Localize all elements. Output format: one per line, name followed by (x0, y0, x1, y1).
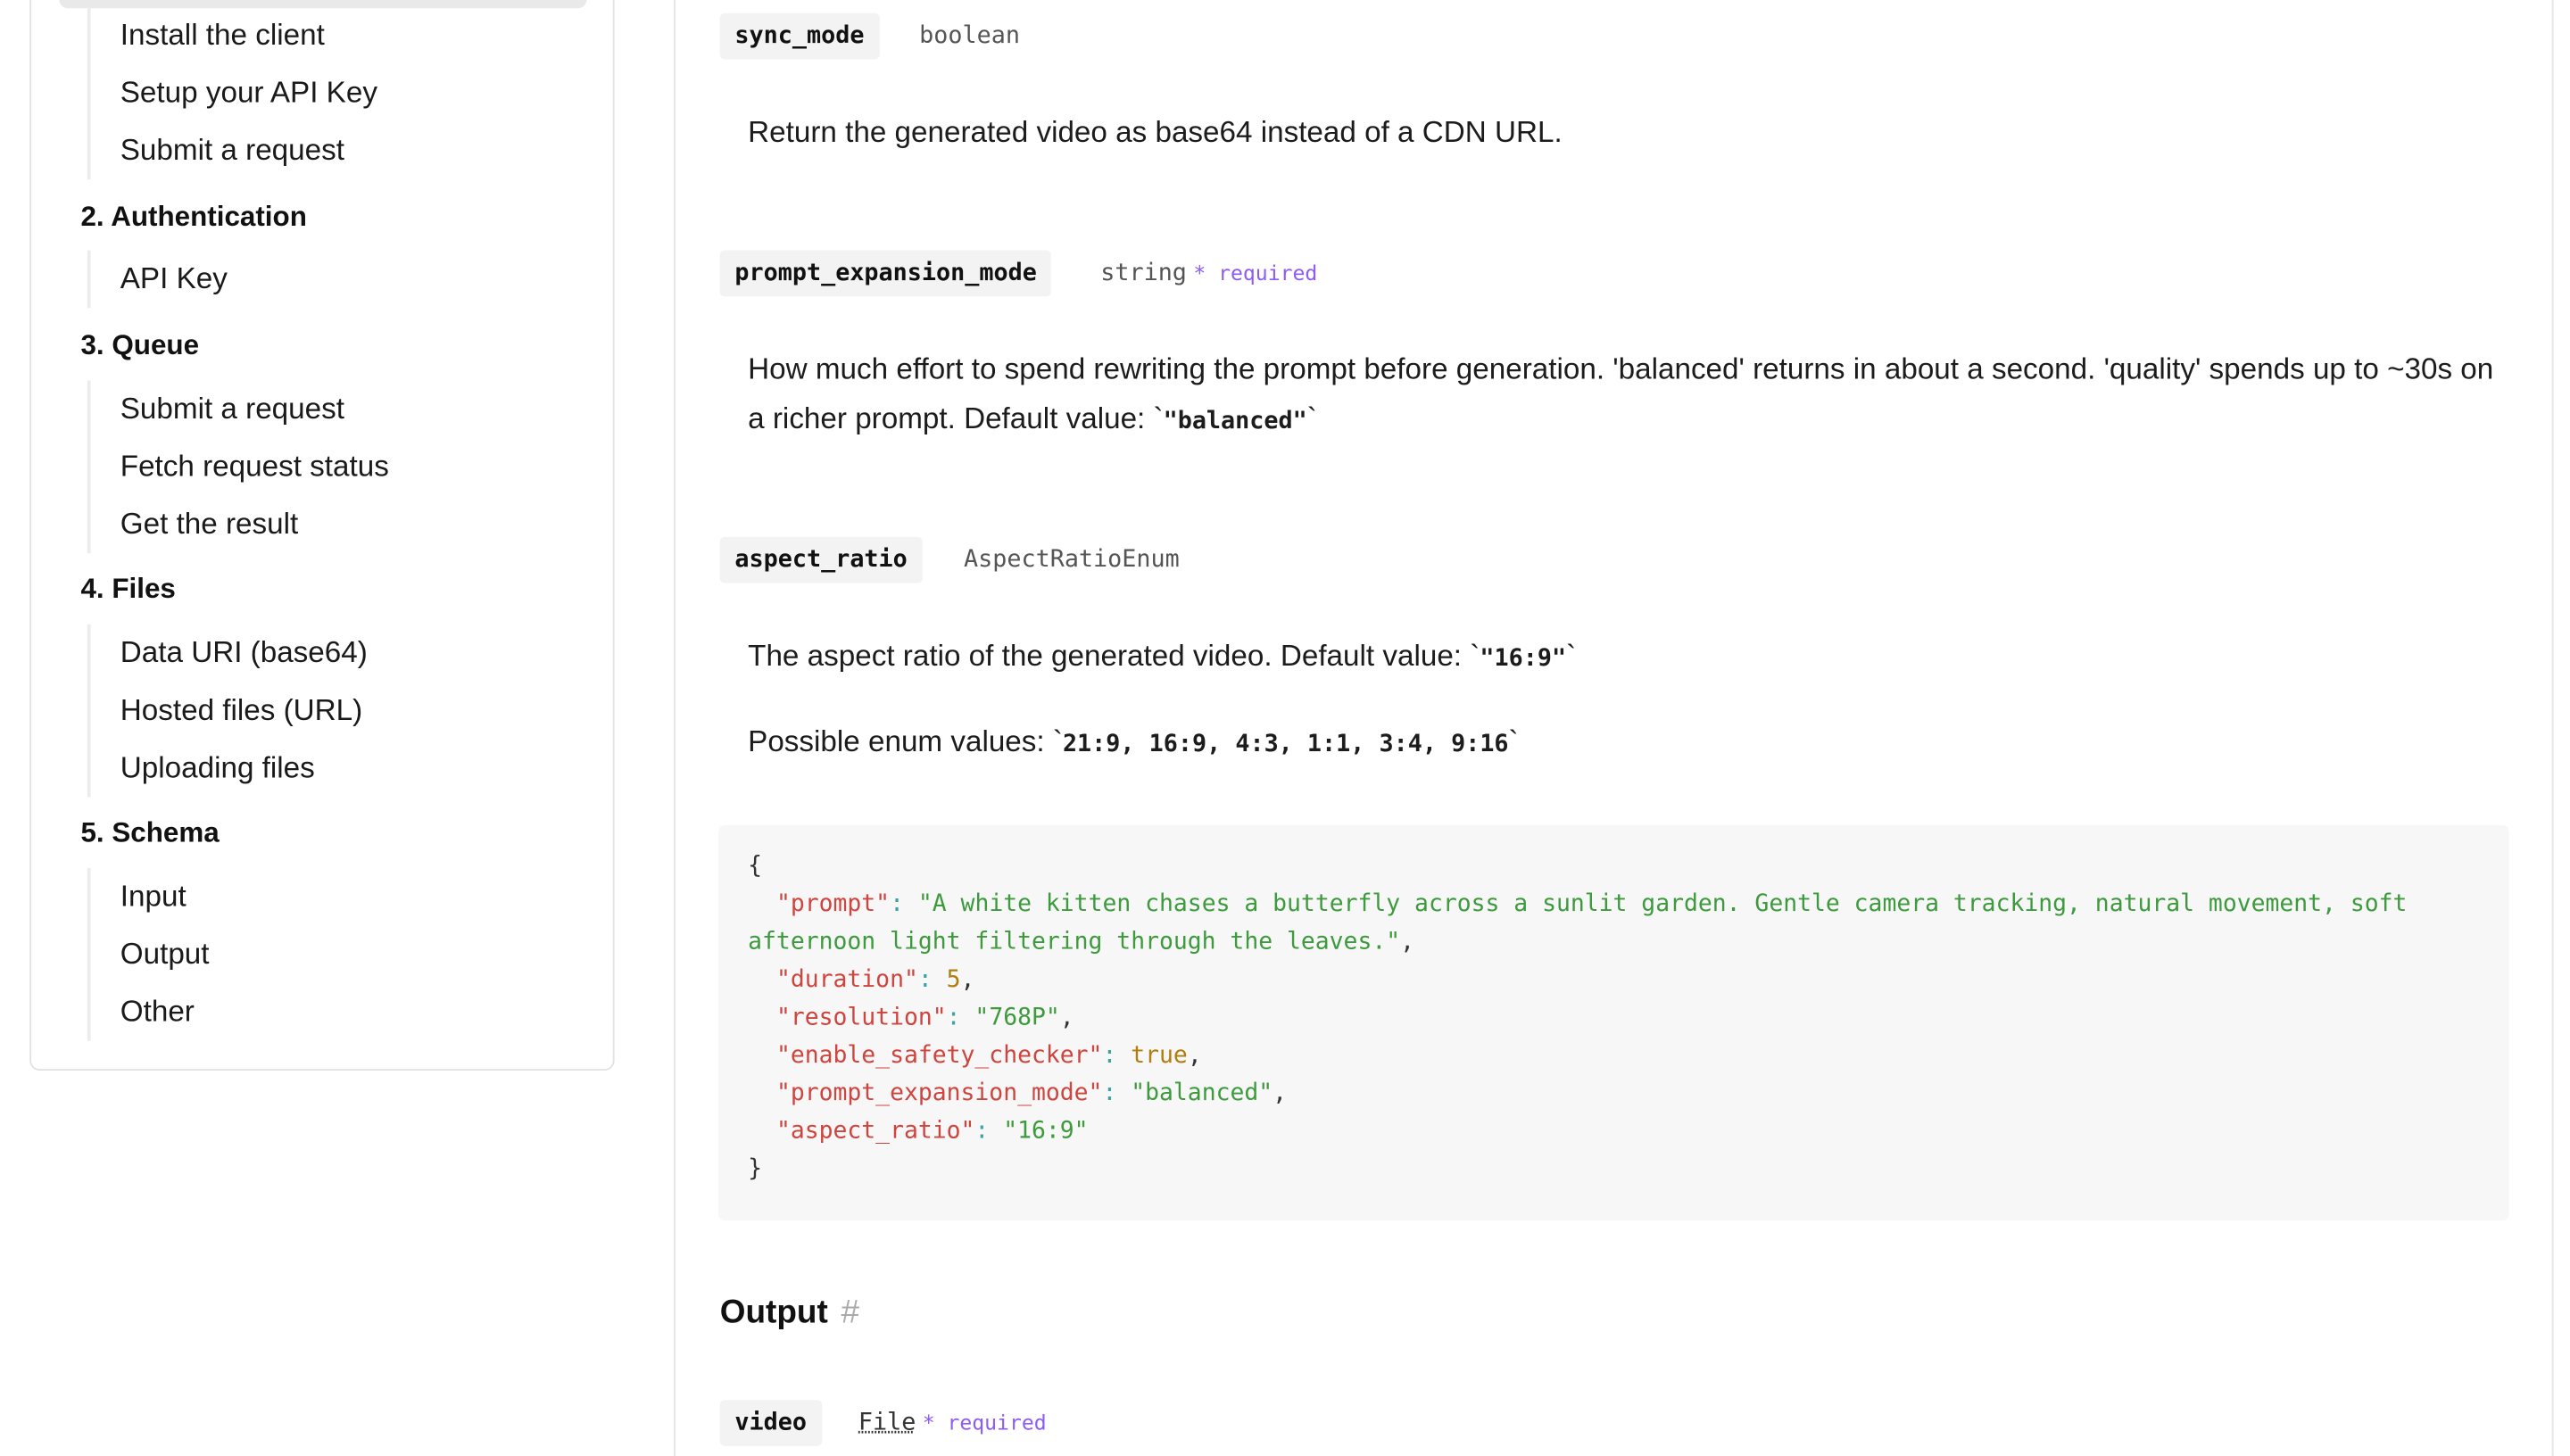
param-type-video: File * required (858, 1400, 1047, 1446)
toc-item-data-uri[interactable]: Data URI (base64) (91, 625, 368, 682)
backtick: ` (1566, 639, 1577, 673)
param-type-prompt-expansion-mode: string * required (1100, 251, 1317, 297)
output-section-heading: Output # (720, 1295, 859, 1332)
toc-item-submit-request[interactable]: Submit a request (91, 122, 377, 180)
required-badge: * required (1193, 260, 1318, 285)
type-label: string (1100, 260, 1187, 287)
required-badge: * required (922, 1410, 1047, 1435)
default-value: "16:9" (1480, 645, 1567, 673)
toc-section-schema[interactable]: 5. Schema (80, 817, 219, 850)
output-heading-text: Output (719, 1295, 828, 1331)
toc-group-getting-started: Install the client Setup your API Key Su… (87, 6, 377, 180)
toc-group-files: Data URI (base64) Hosted files (URL) Upl… (87, 624, 368, 798)
code-key: "aspect_ratio" (775, 1118, 975, 1146)
code-key: "prompt_expansion_mode" (775, 1080, 1103, 1107)
param-enum-aspect-ratio: Possible enum values: `21:9, 16:9, 4:3, … (748, 716, 2494, 769)
param-name-sync-mode: sync_mode (719, 12, 880, 60)
default-value: "balanced" (1163, 408, 1307, 435)
code-value: "16:9" (1003, 1118, 1089, 1146)
param-name-prompt-expansion-mode: prompt_expansion_mode (719, 250, 1052, 297)
param-name-video: video (719, 1400, 822, 1446)
docs-page: Install the client Setup your API Key Su… (0, 0, 2570, 1456)
code-close-brace: } (748, 1155, 763, 1183)
code-value: "A white kitten chases a butterfly acros… (748, 890, 2422, 956)
code-value: "balanced" (1131, 1080, 1273, 1107)
toc-item-hosted-files[interactable]: Hosted files (URL) (91, 682, 368, 740)
param-type-aspect-ratio: AspectRatioEnum (963, 546, 1180, 574)
toc-item-output[interactable]: Output (91, 926, 210, 984)
desc-text: The aspect ratio of the generated video.… (748, 639, 1480, 673)
param-desc-sync-mode: Return the generated video as base64 ins… (748, 115, 1563, 149)
toc-group-authentication: API Key (87, 250, 228, 309)
toc-item-setup-api-key[interactable]: Setup your API Key (91, 64, 377, 122)
code-open-brace: { (748, 853, 763, 880)
toc-item-install-client[interactable]: Install the client (91, 6, 377, 64)
toc-section-queue[interactable]: 3. Queue (80, 329, 199, 362)
code-value: true (1131, 1042, 1188, 1070)
toc-section-authentication[interactable]: 2. Authentication (80, 201, 306, 234)
code-key: "resolution" (775, 1005, 947, 1031)
code-value: 5 (946, 966, 961, 994)
toc-item-api-key[interactable]: API Key (91, 251, 228, 309)
desc-text: How much effort to spend rewriting the p… (748, 352, 2494, 435)
toc-item-get-result[interactable]: Get the result (91, 496, 389, 554)
code-key: "duration" (775, 966, 918, 994)
param-name-aspect-ratio: aspect_ratio (719, 536, 923, 583)
toc-item-uploading-files[interactable]: Uploading files (91, 740, 368, 798)
enum-label: Possible enum values: ` (748, 724, 1063, 758)
param-desc-prompt-expansion-mode: How much effort to spend rewriting the p… (748, 344, 2494, 446)
param-desc-aspect-ratio: The aspect ratio of the generated video.… (748, 631, 2494, 683)
toc-item-other[interactable]: Other (91, 983, 210, 1041)
toc-section-files[interactable]: 4. Files (80, 573, 175, 606)
example-json-code-block: { "prompt": "A white kitten chases a but… (717, 824, 2509, 1220)
anchor-hash-link[interactable]: # (841, 1295, 860, 1331)
toc-group-queue: Submit a request Fetch request status Ge… (87, 380, 389, 554)
file-type-link[interactable]: File (858, 1410, 916, 1436)
content-divider (674, 0, 676, 1456)
toc-group-schema: Input Output Other (87, 867, 210, 1041)
backtick: ` (1508, 724, 1519, 758)
enum-values: 21:9, 16:9, 4:3, 1:1, 3:4, 9:16 (1062, 731, 1509, 758)
toc-item-fetch-status[interactable]: Fetch request status (91, 438, 389, 496)
toc-item-queue-submit[interactable]: Submit a request (91, 380, 389, 438)
content-right-border (2551, 0, 2554, 1456)
code-value: "768P" (974, 1005, 1060, 1031)
code-key: "enable_safety_checker" (775, 1042, 1103, 1070)
param-type-sync-mode: boolean (919, 22, 1020, 50)
toc-item-input[interactable]: Input (91, 868, 210, 926)
backtick: ` (1306, 401, 1317, 435)
code-key: "prompt" (775, 890, 891, 918)
